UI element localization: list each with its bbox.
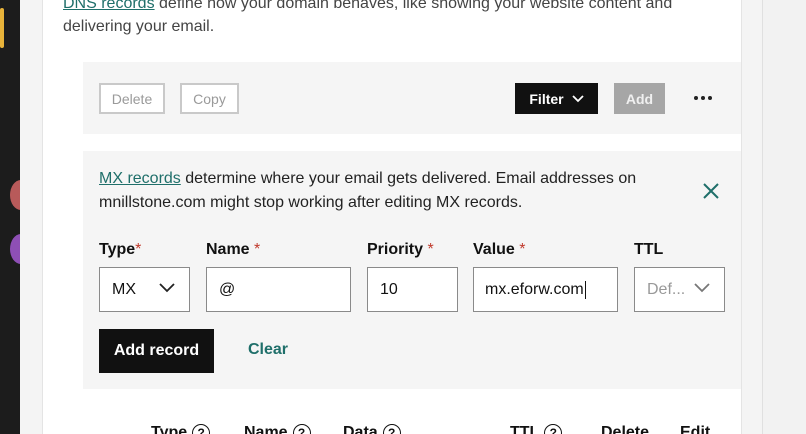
dns-records-link[interactable]: DNS records <box>63 0 155 12</box>
chevron-down-icon <box>159 283 175 293</box>
help-icon[interactable]: ? <box>192 424 211 434</box>
text-cursor <box>584 280 586 299</box>
add-record-form: MX records determine where your email ge… <box>83 151 741 389</box>
left-accent-bar <box>0 8 4 48</box>
name-label: Name * <box>206 241 261 258</box>
value-input-value: mx.eforw.com <box>485 280 584 298</box>
left-background-strip <box>0 0 32 434</box>
copy-button[interactable]: Copy <box>180 83 239 114</box>
close-icon[interactable] <box>701 181 721 201</box>
type-select-value: MX <box>112 280 136 298</box>
name-input-value: @ <box>219 280 236 298</box>
column-header-name[interactable]: Name? <box>244 424 311 434</box>
filter-button[interactable]: Filter <box>515 83 598 114</box>
column-header-data[interactable]: Data? <box>343 424 401 434</box>
records-toolbar: Delete Copy Filter Add <box>83 62 741 134</box>
type-select[interactable]: MX <box>99 267 190 312</box>
value-input[interactable]: mx.eforw.com <box>473 267 618 312</box>
filter-label: Filter <box>529 90 564 107</box>
help-icon[interactable]: ? <box>292 424 311 434</box>
column-header-delete: Delete <box>601 424 650 434</box>
column-header-edit: Edit <box>680 424 711 434</box>
clear-button[interactable]: Clear <box>248 341 288 359</box>
column-header-type[interactable]: Type? <box>151 424 211 434</box>
ttl-select[interactable]: Def... <box>634 267 725 312</box>
add-record-button[interactable]: Add record <box>99 329 214 373</box>
right-background-strip <box>762 0 806 434</box>
delete-button[interactable]: Delete <box>99 83 165 114</box>
value-label: Value * <box>473 241 526 258</box>
records-table-header: Type? Name? Data? TTL? Delete Edit <box>0 420 806 434</box>
help-icon[interactable]: ? <box>382 424 401 434</box>
more-options-icon[interactable] <box>691 86 715 110</box>
priority-label: Priority * <box>367 241 434 258</box>
intro-body: define how your domain behaves, like sho… <box>63 0 673 35</box>
mx-records-link[interactable]: MX records <box>99 170 181 187</box>
priority-input-value: 10 <box>380 280 398 298</box>
intro-text: DNS records define how your domain behav… <box>63 0 703 38</box>
name-input[interactable]: @ <box>206 267 351 312</box>
help-icon[interactable]: ? <box>544 424 563 434</box>
type-label: Type* <box>99 241 142 258</box>
mx-notice: MX records determine where your email ge… <box>99 167 659 215</box>
add-button[interactable]: Add <box>614 83 665 114</box>
column-header-ttl[interactable]: TTL? <box>510 424 563 434</box>
chevron-down-icon <box>694 283 710 293</box>
priority-input[interactable]: 10 <box>367 267 458 312</box>
chevron-down-icon <box>571 94 584 102</box>
ttl-select-placeholder: Def... <box>647 280 686 298</box>
ttl-label: TTL <box>634 241 664 258</box>
